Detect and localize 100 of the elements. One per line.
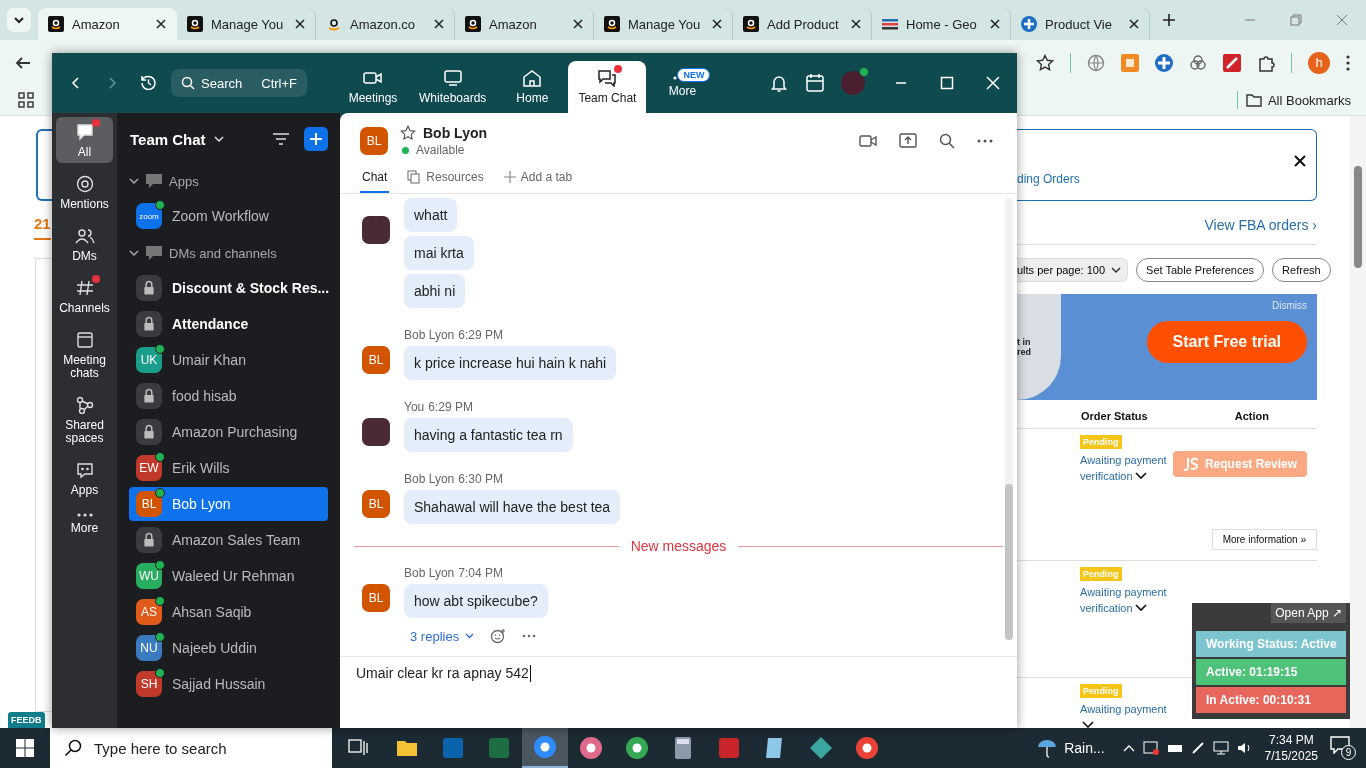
sidebar-item[interactable]: Shared spaces bbox=[56, 390, 113, 449]
status-link[interactable]: Awaiting payment bbox=[1080, 701, 1176, 728]
apps-grid-icon[interactable] bbox=[18, 92, 34, 108]
close-icon[interactable] bbox=[1294, 155, 1306, 167]
chat-list-item[interactable]: Discount & Stock Res... bbox=[129, 271, 328, 305]
close-icon[interactable] bbox=[573, 19, 583, 29]
chat-tab[interactable]: Resources bbox=[405, 170, 486, 193]
close-icon[interactable] bbox=[156, 19, 166, 29]
chevron-up-icon[interactable] bbox=[1122, 744, 1135, 752]
chat-list-item[interactable]: Amazon Sales Team bbox=[129, 523, 328, 557]
section-header[interactable]: DMs and channels bbox=[117, 235, 340, 271]
taskbar-app-icon[interactable] bbox=[522, 728, 568, 768]
calendar-icon[interactable] bbox=[805, 73, 825, 93]
star-icon[interactable] bbox=[1036, 53, 1054, 72]
pen-icon[interactable] bbox=[1190, 741, 1205, 755]
status-link[interactable]: Awaiting payment verification bbox=[1080, 584, 1176, 616]
avatar[interactable]: BL bbox=[362, 584, 390, 612]
chat-list-item[interactable]: UK Umair Khan bbox=[129, 343, 328, 377]
new-chat-button[interactable] bbox=[304, 127, 328, 151]
chat-list-item[interactable]: Amazon Purchasing bbox=[129, 415, 328, 449]
clock[interactable]: 7:34 PM 7/15/2025 bbox=[1264, 732, 1318, 764]
view-fba-orders-link[interactable]: View FBA orders › bbox=[1204, 217, 1317, 233]
scrollbar[interactable] bbox=[1005, 198, 1013, 640]
page-button[interactable]: Refresh bbox=[1272, 258, 1331, 282]
avatar[interactable]: BL bbox=[362, 346, 390, 374]
sidebar-item[interactable]: Channels bbox=[56, 273, 113, 319]
avatar-photo-placeholder[interactable] bbox=[362, 418, 390, 446]
chat-list-item[interactable]: food hisab bbox=[129, 379, 328, 413]
scrollbar[interactable] bbox=[1350, 116, 1366, 728]
more-dots-icon[interactable] bbox=[522, 634, 537, 638]
menu-icon[interactable] bbox=[1346, 54, 1350, 71]
page-button[interactable]: Set Table Preferences bbox=[1136, 258, 1265, 282]
avatar-photo-placeholder[interactable] bbox=[841, 71, 865, 95]
chat-tab[interactable]: Add a tab bbox=[501, 170, 575, 193]
globe-icon[interactable] bbox=[1087, 53, 1105, 72]
filter-icon[interactable] bbox=[272, 132, 290, 146]
close-icon[interactable] bbox=[712, 19, 722, 29]
chat-list-item[interactable]: Attendance bbox=[129, 307, 328, 341]
sidebar-item[interactable]: Apps bbox=[56, 455, 113, 501]
chat-list-item[interactable]: WU Waleed Ur Rehman bbox=[129, 559, 328, 593]
panel-title[interactable]: Team Chat bbox=[130, 130, 206, 148]
chat-list-item[interactable]: SH Sajjad Hussain bbox=[129, 667, 328, 701]
task-view-icon[interactable] bbox=[348, 739, 368, 757]
close-icon[interactable] bbox=[1129, 19, 1139, 29]
chat-list-item[interactable]: BL Bob Lyon bbox=[129, 487, 328, 521]
tab-search-button[interactable] bbox=[7, 8, 31, 32]
results-per-page-select[interactable]: ults per page: 100 bbox=[1017, 258, 1129, 282]
sidebar-item[interactable]: Mentions bbox=[56, 169, 113, 215]
feedback-tab[interactable]: FEEDB bbox=[8, 712, 45, 728]
weather-text[interactable]: Rain... bbox=[1064, 740, 1105, 756]
section-header[interactable]: Apps bbox=[117, 163, 340, 199]
close-icon[interactable] bbox=[434, 19, 444, 29]
close-icon[interactable] bbox=[295, 19, 305, 29]
search-field[interactable]: Search Ctrl+F bbox=[171, 69, 307, 97]
history-icon[interactable] bbox=[138, 73, 158, 93]
chat-list-item[interactable]: zoom Zoom Workflow bbox=[129, 199, 328, 233]
puzzle-icon[interactable] bbox=[1257, 53, 1275, 72]
star-icon[interactable] bbox=[400, 125, 416, 141]
avatar[interactable]: BL bbox=[362, 490, 390, 518]
sidebar-item[interactable]: Meeting chats bbox=[56, 325, 113, 384]
all-bookmarks-button[interactable]: All Bookmarks bbox=[1245, 92, 1351, 108]
bell-icon[interactable] bbox=[769, 73, 789, 93]
sidebar-item[interactable]: More bbox=[56, 507, 113, 539]
message-input[interactable]: Umair clear kr ra apnay 542 bbox=[340, 656, 1017, 728]
search-icon[interactable] bbox=[939, 133, 955, 149]
extension-circle-icon[interactable] bbox=[1155, 53, 1173, 72]
sidebar-item[interactable]: DMs bbox=[56, 221, 113, 267]
share-screen-icon[interactable] bbox=[899, 133, 917, 149]
browser-tab[interactable]: Amazon bbox=[38, 8, 177, 40]
notifications-button[interactable]: 9 bbox=[1330, 736, 1356, 760]
emoji-icon[interactable] bbox=[490, 628, 507, 644]
network-icon[interactable] bbox=[1212, 741, 1229, 755]
more-dots-icon[interactable] bbox=[977, 139, 993, 143]
more-information-button[interactable]: More information » bbox=[1211, 529, 1317, 550]
nav-tab[interactable]: Meetings bbox=[337, 61, 409, 113]
taskbar-search-field[interactable]: Type here to search bbox=[50, 728, 332, 768]
back-arrow-icon[interactable] bbox=[15, 54, 31, 71]
close-icon[interactable] bbox=[851, 19, 861, 29]
nav-tab[interactable]: Team Chat bbox=[568, 61, 647, 113]
chat-list-item[interactable]: AS Ahsan Saqib bbox=[129, 595, 328, 629]
cloud-icon[interactable] bbox=[1189, 53, 1207, 72]
open-app-button[interactable]: Open App ↗ bbox=[1271, 603, 1346, 623]
replies-link[interactable]: 3 replies bbox=[410, 628, 475, 644]
nav-tab[interactable]: Home bbox=[496, 61, 569, 113]
speaker-icon[interactable] bbox=[1236, 741, 1253, 755]
close-icon[interactable] bbox=[990, 19, 1000, 29]
windows-start-icon[interactable] bbox=[16, 739, 34, 757]
new-tab-icon[interactable] bbox=[1162, 13, 1176, 27]
video-camera-icon[interactable] bbox=[859, 134, 877, 148]
avatar[interactable]: BL bbox=[360, 127, 388, 155]
status-link[interactable]: Awaiting payment verification bbox=[1080, 452, 1173, 484]
avatar-photo-placeholder[interactable] bbox=[362, 216, 390, 244]
chat-tab[interactable]: Chat bbox=[360, 170, 390, 193]
chat-list-item[interactable]: EW Erik Wills bbox=[129, 451, 328, 485]
pending-orders-link[interactable]: ding Orders bbox=[1017, 172, 1080, 186]
chat-list-item[interactable]: NU Najeeb Uddin bbox=[129, 631, 328, 665]
nav-tab[interactable]: Whiteboards bbox=[409, 61, 497, 113]
pdf-extension-icon[interactable] bbox=[1223, 53, 1241, 72]
sidebar-item[interactable]: All bbox=[56, 117, 113, 163]
nav-tab[interactable]: NEW More bbox=[646, 61, 719, 113]
